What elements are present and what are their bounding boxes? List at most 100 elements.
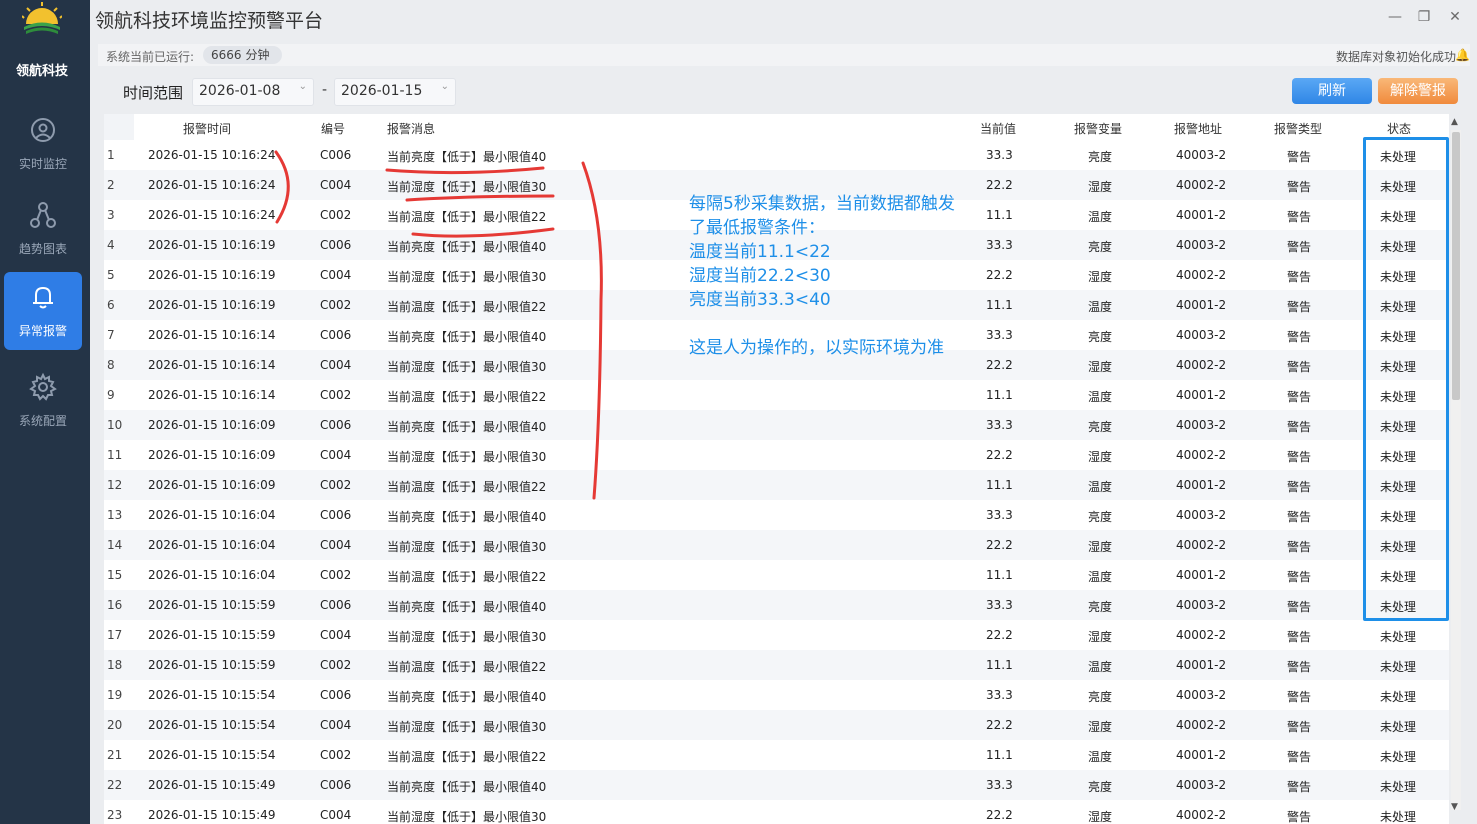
table-row[interactable]: 23 2026-01-15 10:15:49 C004 当前湿度【低于】最小限值30 2…	[104, 800, 1449, 824]
table-row[interactable]: 13 2026-01-15 10:16:04 C006 当前亮度【低于】最小限值40 3…	[104, 500, 1449, 530]
clear-alarm-button[interactable]: 解除警报	[1378, 78, 1458, 104]
current-value: 11.1	[986, 568, 1013, 582]
alarm-type: 警告	[1287, 240, 1312, 254]
alarm-time: 2026-01-15 10:16:24	[148, 208, 276, 222]
alarm-variable: 亮度	[1088, 240, 1113, 254]
alarm-message: 当前温度【低于】最小限值22	[387, 210, 547, 224]
end-date-picker[interactable]: 2026-01-15 ⌄	[334, 78, 456, 106]
scrollbar-thumb[interactable]	[1452, 132, 1460, 400]
alarm-type: 警告	[1287, 300, 1312, 314]
bell-icon	[33, 286, 53, 309]
close-button[interactable]: ✕	[1446, 8, 1464, 26]
alarm-type: 警告	[1287, 450, 1312, 464]
alarm-address: 40001-2	[1176, 568, 1227, 582]
alarm-variable: 湿度	[1088, 810, 1113, 824]
start-date-picker[interactable]: 2026-01-08 ⌄	[192, 78, 314, 106]
table-row[interactable]: 11 2026-01-15 10:16:09 C004 当前湿度【低于】最小限值30 2…	[104, 440, 1449, 470]
table-row[interactable]: 14 2026-01-15 10:16:04 C004 当前湿度【低于】最小限值30 2…	[104, 530, 1449, 560]
row-index: 19	[107, 688, 123, 702]
current-value: 22.2	[986, 448, 1013, 462]
current-value: 11.1	[986, 748, 1013, 762]
scroll-up-arrow-icon[interactable]: ▲	[1451, 117, 1458, 127]
chevron-down-icon: ⌄	[440, 81, 449, 92]
table-row[interactable]: 10 2026-01-15 10:16:09 C006 当前亮度【低于】最小限值40 3…	[104, 410, 1449, 440]
alarm-message: 当前亮度【低于】最小限值40	[387, 330, 547, 344]
nav-trend-chart[interactable]: 趋势图表	[4, 190, 82, 268]
current-value: 11.1	[986, 298, 1013, 312]
alarm-status: 未处理	[1380, 720, 1417, 734]
table-row[interactable]: 18 2026-01-15 10:15:59 C002 当前温度【低于】最小限值22 1…	[104, 650, 1449, 680]
nav-realtime-monitor[interactable]: 实时监控	[4, 105, 82, 183]
alarm-type: 警告	[1287, 690, 1312, 704]
table-row[interactable]: 22 2026-01-15 10:15:49 C006 当前亮度【低于】最小限值40 3…	[104, 770, 1449, 800]
row-index: 22	[107, 778, 123, 792]
alarm-address: 40003-2	[1176, 418, 1227, 432]
time-range-label: 时间范围	[123, 84, 184, 102]
table-row[interactable]: 17 2026-01-15 10:15:59 C004 当前湿度【低于】最小限值30 2…	[104, 620, 1449, 650]
device-code: C006	[320, 328, 352, 342]
device-code: C006	[320, 688, 352, 702]
table-row[interactable]: 9 2026-01-15 10:16:14 C002 当前温度【低于】最小限值22 11…	[104, 380, 1449, 410]
uptime-unit: 分钟	[245, 48, 270, 62]
device-code: C004	[320, 358, 352, 372]
table-row[interactable]: 19 2026-01-15 10:15:54 C006 当前亮度【低于】最小限值40 3…	[104, 680, 1449, 710]
nav-system-config[interactable]: 系统配置	[4, 362, 82, 440]
table-row[interactable]: 20 2026-01-15 10:15:54 C004 当前湿度【低于】最小限值30 2…	[104, 710, 1449, 740]
gear-icon	[29, 372, 57, 401]
table-row[interactable]: 21 2026-01-15 10:15:54 C002 当前温度【低于】最小限值22 1…	[104, 740, 1449, 770]
alarm-variable: 亮度	[1088, 330, 1113, 344]
row-index: 18	[107, 658, 123, 672]
alarm-message: 当前湿度【低于】最小限值30	[387, 720, 547, 734]
alarm-type: 警告	[1287, 510, 1312, 524]
alarm-type: 警告	[1287, 780, 1312, 794]
alarm-address: 40001-2	[1176, 748, 1227, 762]
current-value: 33.3	[986, 508, 1013, 522]
row-index: 5	[107, 268, 115, 282]
row-index: 13	[107, 508, 123, 522]
alarm-message: 当前湿度【低于】最小限值30	[387, 810, 547, 824]
alarm-status: 未处理	[1380, 810, 1417, 824]
row-index: 12	[107, 478, 123, 492]
alarm-address: 40003-2	[1176, 148, 1227, 162]
device-code: C004	[320, 268, 352, 282]
vertical-scrollbar[interactable]: ▲ ▼	[1451, 117, 1461, 812]
status-bar: 系统当前已运行: 6666 分钟 数据库对象初始化成功 🔔	[98, 44, 1470, 66]
alarm-message: 当前温度【低于】最小限值22	[387, 390, 547, 404]
row-index: 11	[107, 448, 123, 462]
nav-label: 实时监控	[18, 157, 67, 171]
row-index: 16	[107, 598, 123, 612]
alarm-address: 40003-2	[1176, 328, 1227, 342]
alarm-status: 未处理	[1380, 630, 1417, 644]
alarm-address: 40002-2	[1176, 268, 1227, 282]
alarm-message: 当前温度【低于】最小限值22	[387, 300, 547, 314]
alarm-type: 警告	[1287, 540, 1312, 554]
alarm-address: 40001-2	[1176, 298, 1227, 312]
alarm-type: 警告	[1287, 720, 1312, 734]
alarm-time: 2026-01-15 10:15:49	[148, 778, 276, 792]
scroll-down-arrow-icon[interactable]: ▼	[1451, 802, 1458, 812]
row-index: 9	[107, 388, 115, 402]
alarm-message: 当前湿度【低于】最小限值30	[387, 360, 547, 374]
alarm-message: 当前温度【低于】最小限值22	[387, 750, 547, 764]
alarm-address: 40003-2	[1176, 778, 1227, 792]
refresh-button[interactable]: 刷新	[1292, 78, 1372, 104]
alarm-time: 2026-01-15 10:16:24	[148, 148, 276, 162]
current-value: 33.3	[986, 418, 1013, 432]
minimize-button[interactable]: —	[1386, 8, 1404, 26]
current-value: 11.1	[986, 208, 1013, 222]
table-row[interactable]: 12 2026-01-15 10:16:09 C002 当前温度【低于】最小限值22 1…	[104, 470, 1449, 500]
restore-button[interactable]: ❐	[1415, 8, 1433, 26]
alarm-address: 40001-2	[1176, 658, 1227, 672]
table-row[interactable]: 15 2026-01-15 10:16:04 C002 当前温度【低于】最小限值22 1…	[104, 560, 1449, 590]
alarm-variable: 温度	[1088, 570, 1113, 584]
current-value: 33.3	[986, 688, 1013, 702]
alarm-time: 2026-01-15 10:16:04	[148, 568, 276, 582]
annotation-line: 了最低报警条件：	[689, 218, 825, 238]
nav-alarm[interactable]: 异常报警	[4, 272, 82, 350]
alarm-status: 未处理	[1380, 690, 1417, 704]
current-value: 22.2	[986, 808, 1013, 822]
table-row[interactable]: 16 2026-01-15 10:15:59 C006 当前亮度【低于】最小限值40 3…	[104, 590, 1449, 620]
device-code: C006	[320, 778, 352, 792]
alarm-message: 当前湿度【低于】最小限值30	[387, 630, 547, 644]
table-row[interactable]: 1 2026-01-15 10:16:24 C006 当前亮度【低于】最小限值40 33…	[104, 140, 1449, 170]
